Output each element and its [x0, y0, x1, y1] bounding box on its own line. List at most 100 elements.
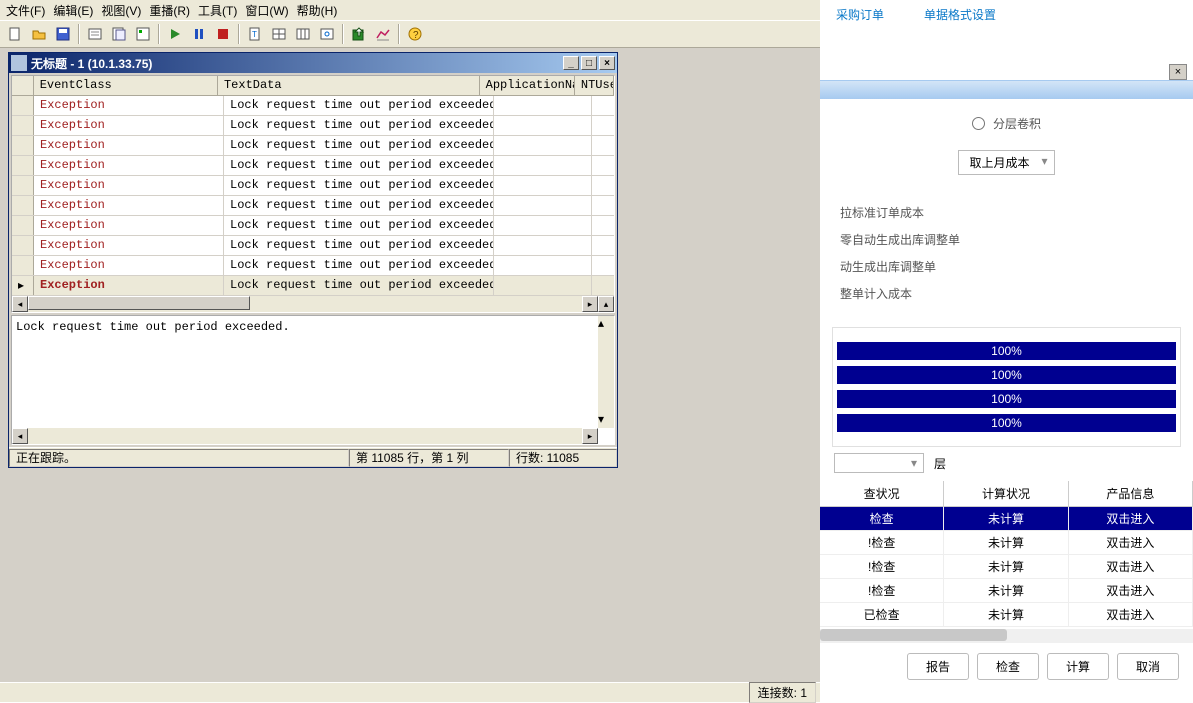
menu-tools[interactable]: 工具(T)	[194, 1, 241, 20]
grid-row[interactable]: ExceptionLock request time out period ex…	[12, 196, 614, 216]
status-table: 查状况 计算状况 产品信息 检查未计算双击进入!检查未计算双击进入!检查未计算双…	[820, 481, 1193, 643]
cell-check: !检查	[820, 531, 944, 554]
grid-icon[interactable]	[268, 23, 290, 45]
scroll-up-icon[interactable]: ▴	[598, 296, 614, 312]
cell-eventclass: Exception	[34, 196, 224, 215]
grid-row[interactable]: ExceptionLock request time out period ex…	[12, 176, 614, 196]
col-eventclass[interactable]: EventClass	[34, 76, 218, 95]
cell-appname	[494, 136, 592, 155]
cell-product: 双击进入	[1069, 603, 1193, 626]
link-purchase-order[interactable]: 采购订单	[836, 6, 884, 42]
grid-row[interactable]: ExceptionLock request time out period ex…	[12, 256, 614, 276]
option-item[interactable]: 拉标准订单成本	[840, 199, 1173, 226]
properties-icon[interactable]	[84, 23, 106, 45]
find-icon[interactable]	[316, 23, 338, 45]
grid-row[interactable]: ExceptionLock request time out period ex…	[12, 116, 614, 136]
menu-help[interactable]: 帮助(H)	[293, 1, 342, 20]
status-row[interactable]: !检查未计算双击进入	[820, 531, 1193, 555]
filter-icon[interactable]	[132, 23, 154, 45]
menu-file[interactable]: 文件(F)	[2, 1, 49, 20]
menu-replay[interactable]: 重播(R)	[145, 1, 194, 20]
rowhead-col[interactable]	[12, 76, 34, 95]
panel-close-button[interactable]: ×	[1169, 64, 1187, 80]
chart-icon[interactable]	[372, 23, 394, 45]
help-icon[interactable]: ?	[404, 23, 426, 45]
status-row[interactable]: !检查未计算双击进入	[820, 555, 1193, 579]
right-links: 采购订单 单据格式设置	[820, 0, 1193, 48]
template-icon[interactable]	[108, 23, 130, 45]
layered-radio[interactable]	[972, 117, 985, 130]
layered-option[interactable]: 分层卷积	[840, 115, 1173, 132]
row-header	[12, 116, 34, 135]
panel-titlebar[interactable]	[820, 81, 1193, 99]
pause-icon[interactable]	[188, 23, 210, 45]
status-thead: 查状况 计算状况 产品信息	[820, 481, 1193, 507]
status-row[interactable]: !检查未计算双击进入	[820, 579, 1193, 603]
th-check[interactable]: 查状况	[820, 481, 944, 506]
save-icon[interactable]	[52, 23, 74, 45]
table-hscroll[interactable]	[820, 629, 1193, 643]
cost-source-select[interactable]: 取上月成本	[958, 150, 1054, 175]
option-item[interactable]: 零自动生成出库调整单	[840, 226, 1173, 253]
option-item[interactable]: 整单计入成本	[840, 280, 1173, 307]
action-buttons: 报告 检查 计算 取消	[820, 643, 1193, 690]
layer-select[interactable]	[834, 453, 924, 473]
link-doc-format[interactable]: 单据格式设置	[924, 6, 996, 42]
grid-row[interactable]: ▸ExceptionLock request time out period e…	[12, 276, 614, 296]
titlebar[interactable]: 无标题 - 1 (10.1.33.75) _ □ ×	[9, 53, 617, 73]
grid-row[interactable]: ExceptionLock request time out period ex…	[12, 216, 614, 236]
minimize-button[interactable]: _	[563, 56, 579, 70]
layer-label: 层	[934, 455, 946, 472]
report-button[interactable]: 报告	[907, 653, 969, 680]
grid-row[interactable]: ExceptionLock request time out period ex…	[12, 236, 614, 256]
svg-text:?: ?	[413, 30, 419, 41]
th-calc[interactable]: 计算状况	[944, 481, 1068, 506]
cell-check: 检查	[820, 507, 944, 530]
new-icon[interactable]	[4, 23, 26, 45]
col-ntuser[interactable]: NTUserN	[575, 76, 614, 95]
calc-button[interactable]: 计算	[1047, 653, 1109, 680]
cell-check: 已检查	[820, 603, 944, 626]
detail-hscroll[interactable]: ◂▸	[12, 428, 598, 444]
check-button[interactable]: 检查	[977, 653, 1039, 680]
cell-product: 双击进入	[1069, 507, 1193, 530]
grid-header: EventClass TextData ApplicationName NTUs…	[12, 76, 614, 96]
cell-calc: 未计算	[944, 603, 1068, 626]
cell-eventclass: Exception	[34, 136, 224, 155]
cancel-button[interactable]: 取消	[1117, 653, 1179, 680]
scroll-thumb[interactable]	[28, 296, 250, 310]
col-textdata[interactable]: TextData	[218, 76, 480, 95]
run-icon[interactable]	[164, 23, 186, 45]
status-rows: 行数: 11085	[509, 449, 617, 467]
script-icon[interactable]: T	[244, 23, 266, 45]
grid-body[interactable]: ExceptionLock request time out period ex…	[12, 96, 614, 296]
scroll-right-icon[interactable]: ▸	[582, 296, 598, 312]
stop-icon[interactable]	[212, 23, 234, 45]
close-button[interactable]: ×	[599, 56, 615, 70]
col-applicationname[interactable]: ApplicationName	[480, 76, 575, 95]
detail-vscroll[interactable]: ▴ ▾	[598, 316, 614, 428]
menu-view[interactable]: 视图(V)	[97, 1, 145, 20]
open-icon[interactable]	[28, 23, 50, 45]
cell-eventclass: Exception	[34, 276, 224, 295]
grid-row[interactable]: ExceptionLock request time out period ex…	[12, 136, 614, 156]
grid-row[interactable]: ExceptionLock request time out period ex…	[12, 96, 614, 116]
menu-edit[interactable]: 编辑(E)	[49, 1, 97, 20]
maximize-button[interactable]: □	[581, 56, 597, 70]
status-row[interactable]: 检查未计算双击进入	[820, 507, 1193, 531]
cell-textdata: Lock request time out period exceeded.	[224, 216, 494, 235]
export-icon[interactable]	[348, 23, 370, 45]
cell-textdata: Lock request time out period exceeded.	[224, 196, 494, 215]
menu-window[interactable]: 窗口(W)	[241, 1, 292, 20]
grid-hscroll[interactable]: ◂ ▸ ▴	[12, 296, 614, 312]
scroll-left-icon[interactable]: ◂	[12, 296, 28, 312]
grid-row[interactable]: ExceptionLock request time out period ex…	[12, 156, 614, 176]
grid2-icon[interactable]	[292, 23, 314, 45]
th-product[interactable]: 产品信息	[1069, 481, 1193, 506]
cell-appname	[494, 256, 592, 275]
status-row[interactable]: 已检查未计算双击进入	[820, 603, 1193, 627]
detail-text[interactable]: Lock request time out period exceeded.	[12, 316, 614, 338]
option-item[interactable]: 动生成出库调整单	[840, 253, 1173, 280]
window-title: 无标题 - 1 (10.1.33.75)	[31, 55, 152, 72]
right-panel: 采购订单 单据格式设置 × 分层卷积 取上月成本 拉标准订单成本零自动生成出库调…	[820, 0, 1193, 702]
